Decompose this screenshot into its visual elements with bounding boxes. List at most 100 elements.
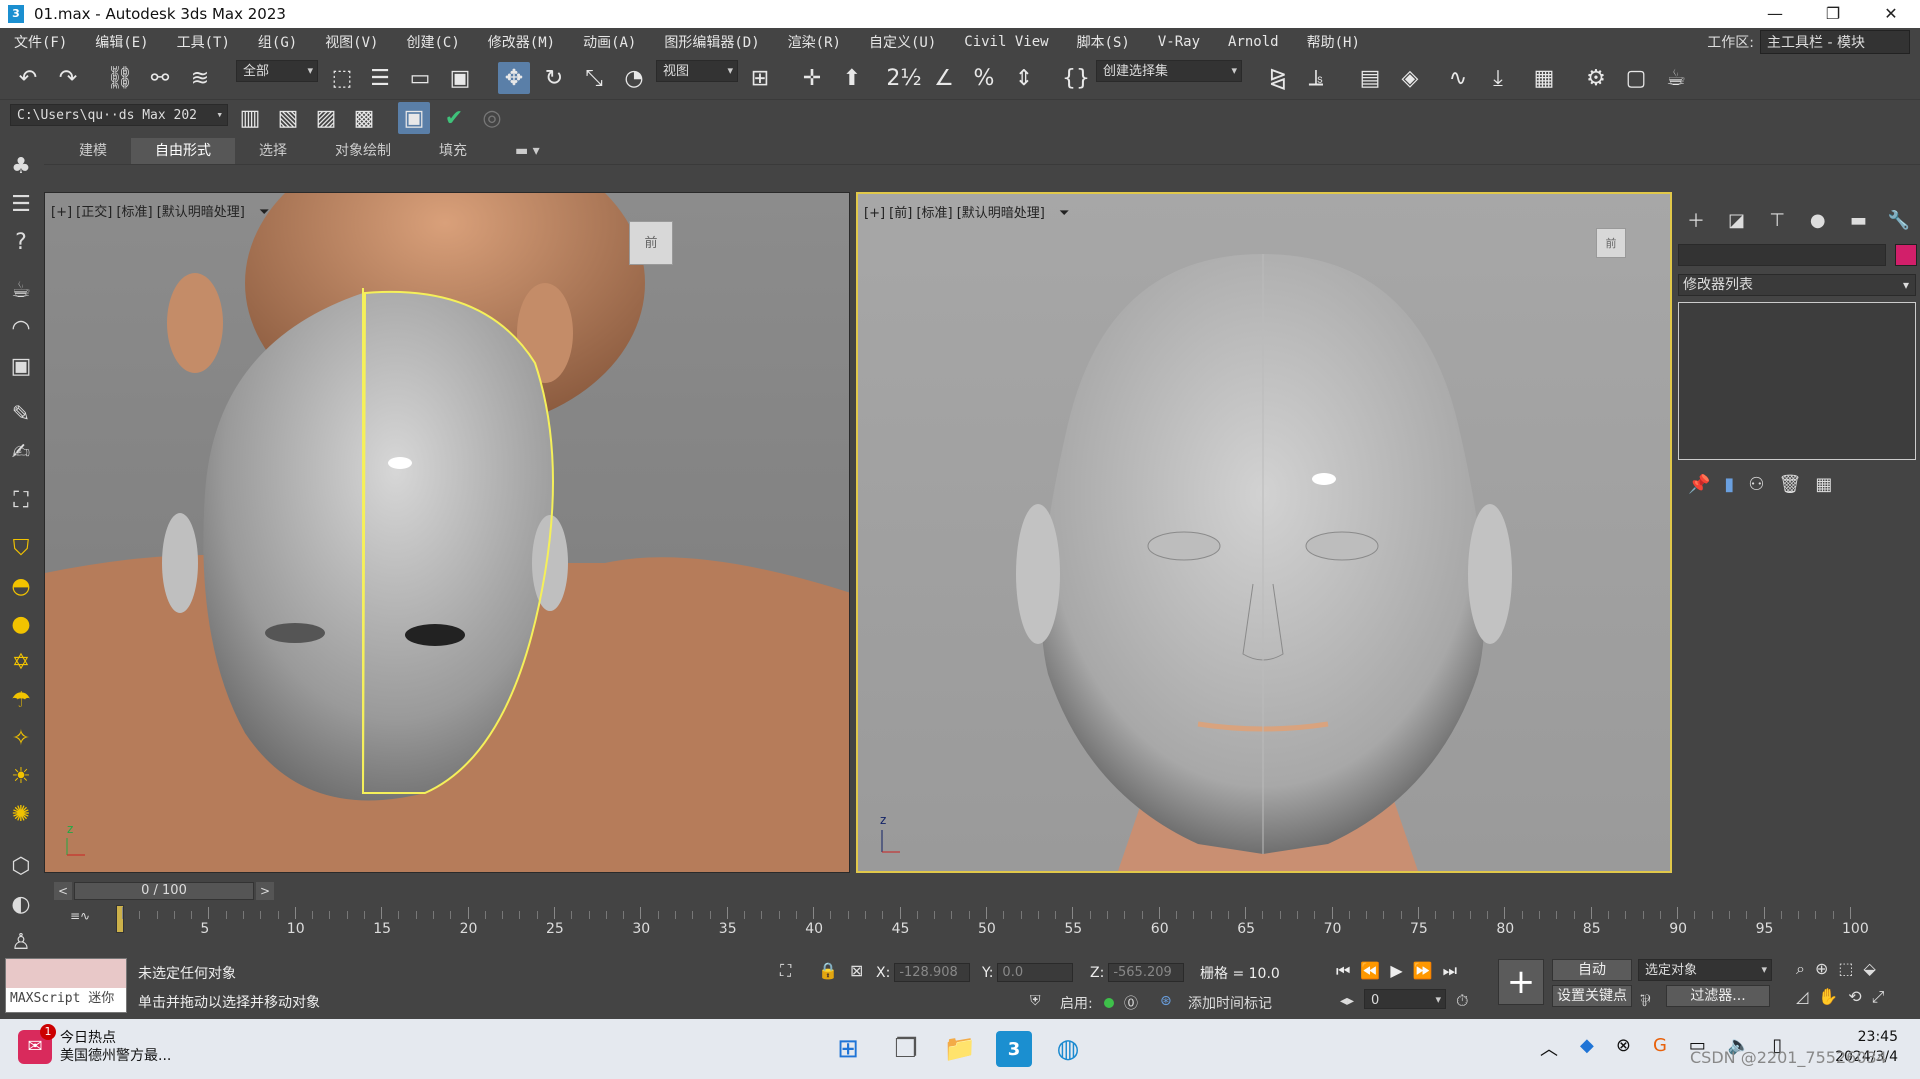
menu-vray[interactable]: V-Ray [1144,34,1214,50]
project-path-dropdown[interactable]: C:\Users\qu··ds Max 202 [10,104,228,126]
menu-rendering[interactable]: 渲染(R) [774,32,855,52]
align-icon[interactable]: ⫡ [1300,62,1332,94]
render-setup-icon[interactable]: ⚙ [1580,62,1612,94]
menu-customize[interactable]: 自定义(U) [855,32,950,52]
add-time-tag[interactable]: 添加时间标记 [1188,993,1272,1013]
torus-icon[interactable]: ◠ [5,312,37,344]
skylight-icon[interactable]: ✺ [5,798,37,830]
spotlight-icon[interactable]: ⛉ [5,532,37,564]
viewport-front[interactable]: z [+] [前] [标准] [默认明暗处理] ⏷ 前 [856,192,1672,873]
track-bar[interactable]: ≡∿ 5 10 15 20 25 30 35 40 45 50 55 60 65 70 75 80 85 90 95… [44,903,1920,953]
time-prev-button[interactable]: < [54,882,72,900]
menu-file[interactable]: 文件(F) [0,32,81,52]
task-view-icon[interactable]: ❐ [888,1031,924,1067]
maxscript-listener[interactable]: MAXScript 迷你 [5,958,127,1013]
umbrella-light-icon[interactable]: ☂ [5,684,37,716]
bind-space-warp-icon[interactable]: ≋ [184,62,216,94]
create-tab-icon[interactable]: ＋ [1680,206,1712,234]
key-mode-icon[interactable]: ◂▸ [1340,993,1354,1009]
tab-modeling[interactable]: 建模 [55,138,131,164]
spinner-snap-icon[interactable]: ⇕ [1008,62,1040,94]
filter-icon[interactable]: ⏷ [1059,206,1069,221]
field-of-view-icon[interactable]: ◿ [1796,987,1808,1007]
news-icon[interactable]: ✉ 1 [18,1024,56,1064]
tray-g-icon[interactable]: G [1653,1035,1667,1061]
absolute-mode-icon[interactable]: ⊠ [850,961,863,980]
schematic-view-icon[interactable]: ⤓ [1482,62,1514,94]
minimize-button[interactable]: — [1746,0,1804,28]
x-input[interactable]: -128.908 [894,963,971,982]
go-to-end-icon[interactable]: ⏭ [1443,961,1457,981]
auto-key-button[interactable]: 自动 [1552,959,1632,981]
mirror-icon[interactable]: ⧎ [1262,62,1294,94]
menu-modifiers[interactable]: 修改器(M) [474,32,569,52]
box-icon[interactable]: ▣ [5,350,37,382]
time-tag-icon[interactable]: ⊛ [1160,993,1172,1009]
tab-object-paint[interactable]: 对象绘制 [311,138,415,164]
previous-frame-icon[interactable]: ⏪ [1360,961,1380,981]
close-button[interactable]: ✕ [1862,0,1920,28]
motion-tab-icon[interactable]: ● [1802,206,1834,234]
selection-filter-dropdown[interactable]: 全部 [236,60,318,82]
create-project-icon[interactable]: ▨ [310,102,342,134]
cube-view-icon[interactable]: ⬡ [5,850,37,882]
menu-tools[interactable]: 工具(T) [163,32,244,52]
snaps-toggle-icon[interactable]: 2½ [886,62,921,94]
ask-icon[interactable]: ✎ [5,398,37,430]
reference-coordinate-dropdown[interactable]: 视图 [656,60,738,82]
teapot-icon[interactable]: ☕ [5,274,37,306]
pan-icon[interactable]: ✋ [1818,987,1838,1007]
menu-edit[interactable]: 编辑(E) [81,32,162,52]
z-input[interactable]: -565.209 [1108,963,1185,982]
y-input[interactable]: 0.0 [997,963,1074,982]
zoom-extents-all-icon[interactable]: ⬙ [1864,959,1876,979]
time-config-icon[interactable]: ⏱ [1456,991,1468,1011]
set-key-button[interactable]: 设置关键点 [1552,985,1632,1007]
viewport-right-label[interactable]: [+] [前] [标准] [默认明暗处理] ⏷ [864,202,1069,221]
undo-icon[interactable]: ↶ [12,62,44,94]
menu-help[interactable]: 帮助(H) [1293,32,1374,52]
notes-icon[interactable]: ✍ [5,436,37,468]
menu-graph-editors[interactable]: 图形编辑器(D) [650,32,773,52]
camera-icon[interactable]: ⛶ [5,484,37,516]
menu-group[interactable]: 组(G) [244,32,311,52]
adaptive-degradation-icon[interactable]: ⛨ [1030,993,1041,1009]
file-explorer-icon[interactable]: 📁 [942,1031,978,1067]
geodesic-light-icon[interactable]: ✡ [5,646,37,678]
menu-arnold[interactable]: Arnold [1214,34,1293,50]
go-to-start-icon[interactable]: ⏮ [1336,961,1350,981]
render-production-icon[interactable]: ☕ [1660,62,1692,94]
news-widget[interactable]: ✉ 1 今日热点 美国德州警方最... [18,1024,171,1065]
viewport-left-label[interactable]: [+] [正交] [标准] [默认明暗处理] ⏷ [51,201,269,220]
link-icon[interactable]: ⛓ [104,62,136,94]
sphere-view-icon[interactable]: ◐ [5,888,37,920]
scene-explorer-icon[interactable]: ▤ [1354,62,1386,94]
pin-stack-icon[interactable]: 📌 [1688,474,1710,500]
select-scale-icon[interactable]: ⤡ [578,62,610,94]
named-selection-set-dropdown[interactable]: 创建选择集 [1096,60,1242,82]
tab-selection[interactable]: 选择 [235,138,311,164]
menu-create[interactable]: 创建(C) [392,32,473,52]
edit-named-selection-icon[interactable]: {} [1060,62,1092,94]
scene-explorer-tree-icon[interactable]: ♣ [5,150,37,182]
viewport-orthographic[interactable]: z [+] [正交] [标准] [默认明暗处理] ⏷ 前 [44,192,850,873]
percent-snap-icon[interactable]: % [968,62,1000,94]
current-frame-spinner[interactable]: 0 [1364,989,1446,1009]
select-object-icon[interactable]: ⬚ [326,62,358,94]
autobackup-icon[interactable]: ▣ [398,102,430,134]
rect-selection-icon[interactable]: ▭ [404,62,436,94]
maxscript-label[interactable]: MAXScript 迷你 [6,988,126,1012]
lock-icon[interactable]: 🔒 [818,961,838,980]
list-icon[interactable]: ☰ [5,188,37,220]
filters-button[interactable]: 过滤器... [1666,985,1770,1007]
set-project-icon[interactable]: ▩ [348,102,380,134]
tray-app-icon[interactable]: ◆ [1580,1035,1594,1061]
time-next-button[interactable]: > [256,882,274,900]
show-end-result-icon[interactable]: ▮ [1724,474,1734,500]
redo-icon[interactable]: ↷ [52,62,84,94]
workspace-dropdown[interactable]: 主工具栏 - 模块 [1760,30,1910,54]
configure-modifier-sets-icon[interactable]: ▦ [1815,474,1832,500]
curve-editor-mini-icon[interactable]: ≡∿ [70,909,90,923]
disabled-tool-icon[interactable]: ◎ [476,102,508,134]
maximize-button[interactable]: ❐ [1804,0,1862,28]
